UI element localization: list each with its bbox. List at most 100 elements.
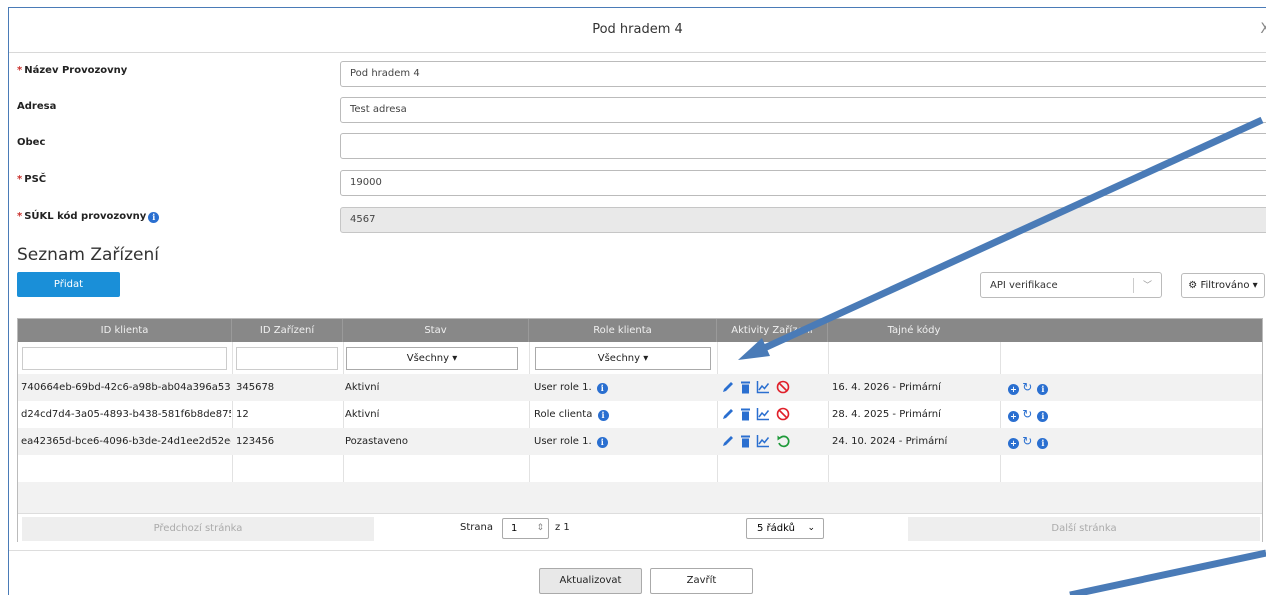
api-verification-select[interactable]: API verifikace ﹀ (980, 272, 1162, 298)
api-select-value: API verifikace (990, 280, 1058, 291)
table-header: ID klienta ID Zařízení Stav Role klienta… (18, 319, 1262, 342)
table-row-empty (18, 455, 1262, 482)
edit-icon[interactable] (721, 407, 735, 421)
page-number-input[interactable]: 1 ⇕ (502, 518, 549, 539)
filter-role-select[interactable]: Všechny ▾ (535, 347, 711, 370)
col-role[interactable]: Role klienta (529, 319, 717, 342)
adresa-input[interactable]: Test adresa (340, 97, 1266, 123)
info-icon[interactable]: i (596, 437, 608, 448)
cell-role: User role 1. (534, 382, 592, 393)
modal-header: Pod hradem 4 X (9, 8, 1266, 53)
cell-stav: Aktivní (345, 409, 380, 420)
edit-icon[interactable] (721, 380, 735, 394)
device-modal: Pod hradem 4 X * Název Provozovny Pod hra… (8, 7, 1266, 595)
trash-icon[interactable] (740, 434, 751, 448)
stepper-icon[interactable]: ⇕ (536, 519, 544, 538)
cell-kody: 28. 4. 2025 - Primární (832, 409, 941, 420)
form-row-psc: * PSČ 19000 (17, 170, 1266, 198)
label-nazev: * Název Provozovny (17, 65, 128, 76)
col-aktivity[interactable]: Aktivity Zařízení (717, 319, 828, 342)
restore-icon[interactable] (776, 434, 790, 448)
filter-button[interactable]: ⚙ Filtrováno ▾ (1181, 273, 1265, 298)
cell-id-klienta: 740664eb-69bd-42c6-a98b-ab04a396a536 (21, 382, 231, 393)
chart-icon[interactable] (756, 380, 770, 394)
select-separator (1133, 278, 1134, 293)
info-icon[interactable]: i (1037, 411, 1049, 422)
close-button[interactable]: Zavřít (650, 568, 753, 594)
refresh-icon[interactable]: ↻ (1022, 434, 1032, 448)
table-row[interactable]: 740664eb-69bd-42c6-a98b-ab04a396a536 345… (18, 374, 1262, 401)
chart-icon[interactable] (756, 407, 770, 421)
form-row-sukl: * SÚKL kód provozovny i 4567 (17, 207, 1266, 235)
cell-role-wrap: Role clienta i (534, 401, 609, 428)
cell-id-klienta: ea42365d-bce6-4096-b3de-24d1ee2d52ee (21, 436, 231, 447)
label-sukl: * SÚKL kód provozovny i (17, 211, 160, 223)
add-code-icon[interactable]: + (1008, 438, 1019, 449)
next-page-button[interactable]: Další stránka (908, 517, 1260, 541)
cell-code-actions: + ↻ i (1008, 374, 1049, 401)
trash-icon[interactable] (740, 380, 751, 394)
info-icon[interactable]: i (1037, 384, 1049, 395)
psc-input[interactable]: 19000 (340, 170, 1266, 196)
info-icon[interactable]: i (148, 212, 160, 223)
add-code-icon[interactable]: + (1008, 384, 1019, 395)
nazev-input[interactable]: Pod hradem 4 (340, 61, 1266, 87)
info-icon[interactable]: i (596, 383, 608, 394)
table-row[interactable]: d24cd7d4-3a05-4893-b438-581f6b8de875 12 … (18, 401, 1262, 428)
page-label: Strana (460, 522, 493, 533)
cell-actions (721, 374, 792, 401)
form-row-nazev: * Název Provozovny Pod hradem 4 (17, 61, 1266, 89)
filter-id-zarizeni-input[interactable] (236, 347, 338, 370)
filter-id-klienta-input[interactable] (22, 347, 227, 370)
cell-stav: Aktivní (345, 382, 380, 393)
chevron-down-icon[interactable]: ﹀ (1143, 278, 1152, 291)
cell-id-klienta: d24cd7d4-3a05-4893-b438-581f6b8de875 (21, 409, 231, 420)
cell-actions (721, 401, 792, 428)
add-code-icon[interactable]: + (1008, 411, 1019, 422)
sukl-input: 4567 (340, 207, 1266, 233)
info-icon[interactable]: i (597, 410, 609, 421)
block-icon[interactable] (776, 380, 790, 394)
close-icon[interactable]: X (1260, 21, 1266, 37)
cell-role: Role clienta (534, 409, 593, 420)
cell-code-actions: + ↻ i (1008, 401, 1049, 428)
info-icon[interactable]: i (1037, 438, 1049, 449)
cell-actions (721, 428, 792, 455)
col-id-klienta[interactable]: ID klienta (18, 319, 232, 342)
footer-divider (9, 550, 1266, 551)
prev-page-button[interactable]: Předchozí stránka (22, 517, 374, 541)
pager: Předchozí stránka Strana 1 ⇕ z 1 5 řádků ⌄… (18, 513, 1262, 543)
filter-row: Všechny ▾ Všechny ▾ (18, 342, 1262, 374)
cell-id-zarizeni: 345678 (236, 382, 275, 393)
chevron-down-icon: ⌄ (807, 523, 815, 533)
obec-input[interactable] (340, 133, 1266, 159)
label-adresa: Adresa (17, 101, 57, 112)
cell-id-zarizeni: 12 (236, 409, 249, 420)
refresh-icon[interactable]: ↻ (1022, 380, 1032, 394)
table-row[interactable]: ea42365d-bce6-4096-b3de-24d1ee2d52ee 123… (18, 428, 1262, 455)
edit-icon[interactable] (721, 434, 735, 448)
device-table: ID klienta ID Zařízení Stav Role klienta… (17, 318, 1263, 543)
col-kody[interactable]: Tajné kódy (828, 319, 1000, 342)
cell-role-wrap: User role 1. i (534, 428, 608, 455)
cell-id-zarizeni: 123456 (236, 436, 275, 447)
label-psc: * PSČ (17, 174, 47, 185)
block-icon[interactable] (776, 407, 790, 421)
chart-icon[interactable] (756, 434, 770, 448)
cell-kody: 24. 10. 2024 - Primární (832, 436, 948, 447)
trash-icon[interactable] (740, 407, 751, 421)
col-stav[interactable]: Stav (343, 319, 529, 342)
filter-stav-select[interactable]: Všechny ▾ (346, 347, 518, 370)
cell-stav: Pozastaveno (345, 436, 408, 447)
caret-down-icon: ▾ (1252, 280, 1258, 291)
add-button[interactable]: Přidat (17, 272, 120, 297)
filter-label: Filtrováno (1200, 280, 1250, 291)
col-id-zarizeni[interactable]: ID Zařízení (232, 319, 343, 342)
table-row-empty (18, 482, 1262, 513)
update-button[interactable]: Aktualizovat (539, 568, 642, 594)
refresh-icon[interactable]: ↻ (1022, 407, 1032, 421)
form-row-obec: Obec (17, 133, 1266, 161)
form-row-adresa: Adresa Test adresa (17, 97, 1266, 125)
cell-role-wrap: User role 1. i (534, 374, 608, 401)
rows-per-page-select[interactable]: 5 řádků ⌄ (746, 518, 824, 539)
